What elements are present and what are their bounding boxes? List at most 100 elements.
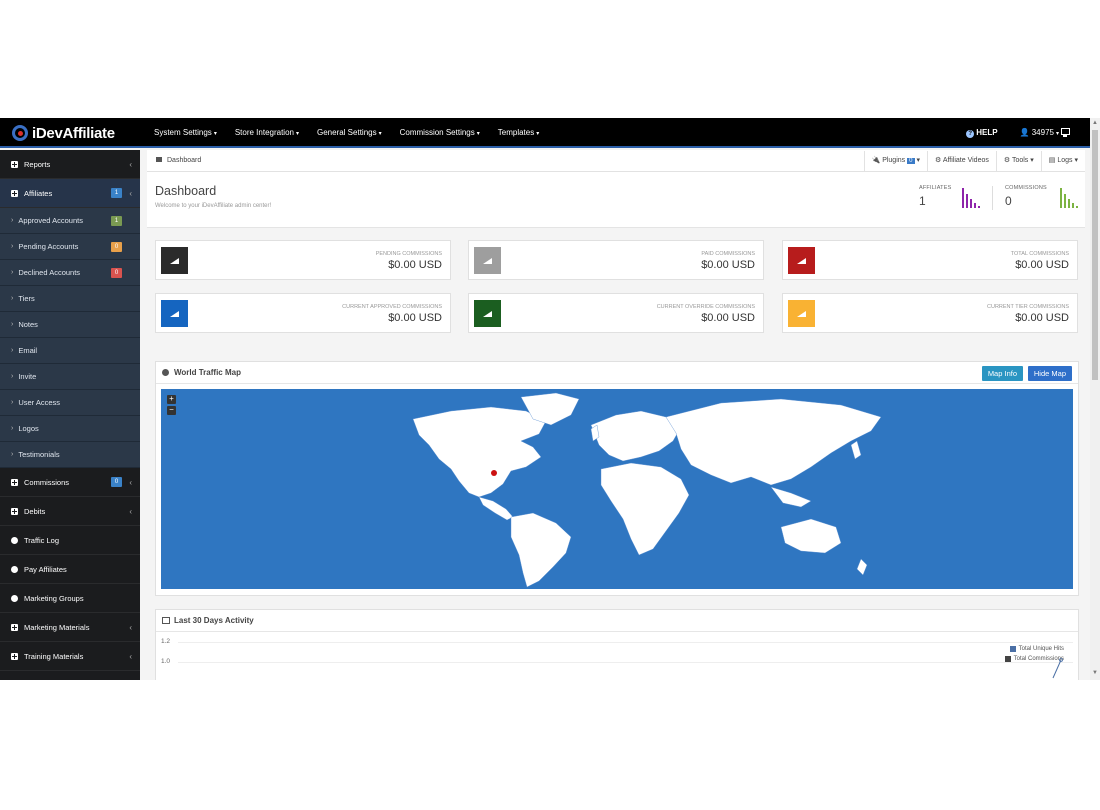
sidebar-item-user-access[interactable]: › User Access xyxy=(0,390,140,416)
breadcrumb[interactable]: Dashboard xyxy=(156,157,201,164)
chevron-left-icon: ‹ xyxy=(129,622,132,632)
zoom-in-button[interactable]: + xyxy=(167,395,176,404)
sidebar-item-logos[interactable]: › Logos xyxy=(0,416,140,442)
sidebar-item-pending-accounts[interactable]: › Pending Accounts 0 xyxy=(0,234,140,260)
nav-system-settings[interactable]: System Settings ▾ xyxy=(145,118,226,148)
card-pending-commissions: PENDING COMMISSIONS $0.00 USD xyxy=(155,240,451,280)
continent-australia xyxy=(780,518,842,554)
card-icon-bg xyxy=(474,247,501,274)
world-map[interactable]: + − xyxy=(161,389,1073,589)
nav-store-integration[interactable]: Store Integration ▾ xyxy=(226,118,308,148)
card-label: PENDING COMMISSIONS xyxy=(375,251,442,257)
plus-icon xyxy=(11,652,18,660)
card-label: TOTAL COMMISSIONS xyxy=(1010,251,1069,257)
card-paid-commissions: PAID COMMISSIONS $0.00 USD xyxy=(468,240,764,280)
home-icon xyxy=(156,157,162,162)
chevron-right-icon: › xyxy=(11,321,14,328)
circle-icon xyxy=(11,536,18,544)
scroll-up-arrow[interactable]: ▲ xyxy=(1092,120,1098,128)
tools-button[interactable]: ⚙ Tools ▾ xyxy=(995,151,1041,171)
card-label: PAID COMMISSIONS xyxy=(701,251,755,257)
page-subtitle: Welcome to your iDevAffiliate admin cent… xyxy=(155,203,272,209)
plus-icon xyxy=(11,623,18,631)
plugins-button[interactable]: 🔌 Plugins 0 ▾ xyxy=(863,151,927,171)
sidebar-item-notes[interactable]: › Notes xyxy=(0,312,140,338)
sidebar-item-approved-accounts[interactable]: › Approved Accounts 1 xyxy=(0,208,140,234)
caret-down-icon: ▾ xyxy=(295,131,299,137)
card-label: CURRENT OVERRIDE COMMISSIONS xyxy=(656,304,755,310)
sidebar-item-marketing-groups[interactable]: Marketing Groups xyxy=(0,584,140,613)
sidebar-item-pay-affiliates[interactable]: Pay Affiliates xyxy=(0,555,140,584)
page-header: Dashboard Welcome to your iDevAffiliate … xyxy=(147,172,1085,228)
map-info-button[interactable]: Map Info xyxy=(981,366,1023,381)
sidebar-item-marketing-materials[interactable]: Marketing Materials ‹ xyxy=(0,613,140,642)
continent-africa xyxy=(600,462,690,556)
chevron-right-icon: › xyxy=(11,295,14,302)
panel-header: Last 30 Days Activity xyxy=(156,610,1078,632)
card-value: $0.00 USD xyxy=(701,259,755,271)
plus-icon xyxy=(11,507,18,515)
circle-icon xyxy=(11,594,18,602)
gear-icon: ⚙ xyxy=(1003,157,1012,164)
sidebar-item-debits[interactable]: Debits ‹ xyxy=(0,497,140,526)
help-button[interactable]: ? HELP xyxy=(955,118,1008,148)
logo-icon xyxy=(12,125,28,141)
sidebar-item-training-materials[interactable]: Training Materials ‹ xyxy=(0,642,140,671)
sidebar-item-affiliates[interactable]: Affiliates 1 ‹ xyxy=(0,179,140,208)
app-window: iDevAffiliate System Settings ▾ Store Int… xyxy=(0,118,1100,680)
plug-icon: 🔌 xyxy=(871,157,883,164)
sidebar: Reports ‹ Affiliates 1 ‹ › Approved Accounts… xyxy=(0,150,140,680)
chevron-right-icon: › xyxy=(11,425,14,432)
continent-central-america xyxy=(478,496,514,521)
continent-asia xyxy=(665,398,882,486)
sidebar-item-invite[interactable]: › Invite xyxy=(0,364,140,390)
sidebar-item-traffic-log[interactable]: Traffic Log xyxy=(0,526,140,555)
zoom-out-button[interactable]: − xyxy=(167,406,176,415)
logs-button[interactable]: ▤ Logs ▾ xyxy=(1040,151,1085,171)
traffic-marker xyxy=(491,470,497,476)
nav-right: ? HELP 👤 34975 ▾ xyxy=(955,118,1070,148)
card-icon-bg xyxy=(474,300,501,327)
main-nav: System Settings ▾ Store Integration ▾ Gene… xyxy=(145,118,548,148)
monitor-icon[interactable] xyxy=(1061,128,1070,137)
sidebar-item-email[interactable]: › Email xyxy=(0,338,140,364)
sidebar-item-testimonials[interactable]: › Testimonials xyxy=(0,442,140,468)
chevron-right-icon: › xyxy=(11,399,14,406)
chevron-left-icon: ‹ xyxy=(129,188,132,198)
card-value: $0.00 USD xyxy=(388,259,442,271)
card-icon-bg xyxy=(161,300,188,327)
chevron-right-icon: › xyxy=(11,243,14,250)
sidebar-item-tiers[interactable]: › Tiers xyxy=(0,286,140,312)
plus-icon xyxy=(11,189,18,197)
card-label: CURRENT APPROVED COMMISSIONS xyxy=(342,304,442,310)
sidebar-item-reports[interactable]: Reports ‹ xyxy=(0,150,140,179)
world-map-svg xyxy=(412,392,882,588)
chevron-right-icon: › xyxy=(11,373,14,380)
commissions-stat-label: COMMISSIONS xyxy=(1005,185,1047,191)
count-badge: 0 xyxy=(111,477,122,487)
card-icon-bg xyxy=(788,300,815,327)
scroll-down-arrow[interactable]: ▼ xyxy=(1092,670,1098,678)
affiliate-videos-button[interactable]: ⚙ Affiliate Videos xyxy=(926,151,996,171)
sidebar-item-declined-accounts[interactable]: › Declined Accounts 0 xyxy=(0,260,140,286)
y-axis-tick: 1.2 xyxy=(161,638,171,645)
nav-templates[interactable]: Templates ▾ xyxy=(489,118,548,148)
panel-header: World Traffic Map Map Info Hide Map xyxy=(156,362,1078,384)
nav-general-settings[interactable]: General Settings ▾ xyxy=(308,118,391,148)
logo-text: iDevAffiliate xyxy=(32,124,115,142)
sidebar-item-commissions[interactable]: Commissions 0 ‹ xyxy=(0,468,140,497)
page-title: Dashboard xyxy=(155,184,217,198)
page-scrollbar[interactable]: ▲ ▼ xyxy=(1090,118,1100,680)
logo[interactable]: iDevAffiliate xyxy=(12,124,115,142)
scroll-thumb[interactable] xyxy=(1092,130,1098,380)
legend-item-total-unique-hits: Total Unique Hits xyxy=(1009,646,1064,652)
caret-down-icon: ▾ xyxy=(476,131,480,137)
chevron-right-icon: › xyxy=(11,347,14,354)
count-badge: 1 xyxy=(111,188,122,198)
continent-japan xyxy=(850,440,862,460)
signal-icon xyxy=(170,311,179,317)
signal-icon xyxy=(797,258,806,264)
hide-map-button[interactable]: Hide Map xyxy=(1027,366,1072,381)
nav-commission-settings[interactable]: Commission Settings ▾ xyxy=(391,118,489,148)
card-current-approved-commissions: CURRENT APPROVED COMMISSIONS $0.00 USD xyxy=(155,293,451,333)
